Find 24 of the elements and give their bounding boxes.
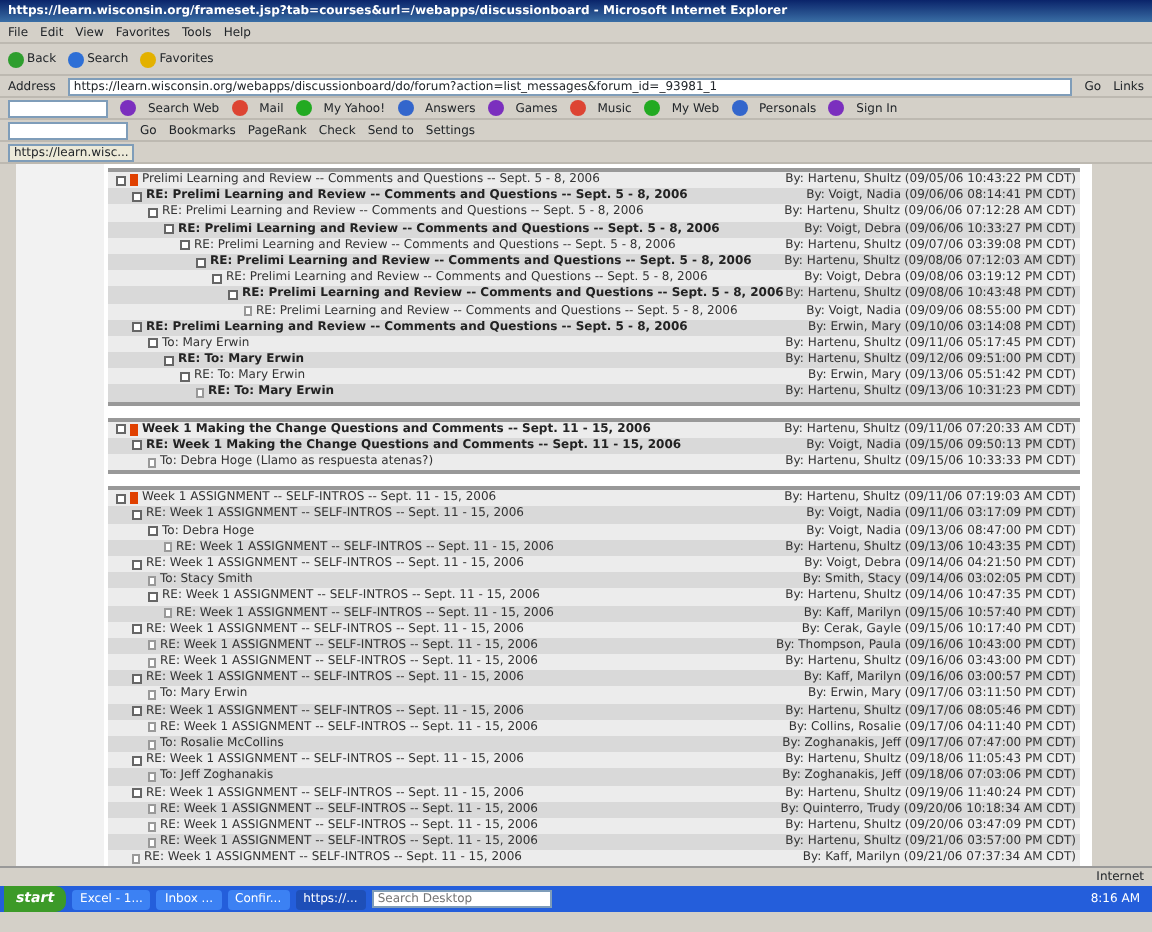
collapse-icon[interactable] (132, 673, 142, 684)
yahoo-search-field[interactable] (8, 99, 108, 117)
toolbar-icon[interactable] (397, 100, 413, 116)
toolbar-icon[interactable] (731, 100, 748, 116)
collapse-icon[interactable] (132, 788, 142, 799)
collapse-icon[interactable] (132, 706, 142, 717)
collapse-icon[interactable] (148, 591, 158, 602)
page-icon (148, 771, 156, 782)
toolbar-icon[interactable] (569, 100, 586, 116)
toolbar-icon[interactable] (120, 100, 136, 116)
page-icon (244, 306, 252, 317)
google-search-field[interactable] (8, 121, 128, 139)
page-icon (164, 542, 172, 553)
page-icon (164, 608, 172, 619)
page-icon (148, 690, 156, 701)
toolbar-icon[interactable] (231, 100, 248, 116)
page-icon (148, 457, 156, 468)
page-icon (148, 575, 156, 586)
page-icon (196, 388, 204, 399)
toolbar-icon[interactable] (487, 100, 504, 116)
toolbar-icon[interactable] (828, 100, 845, 116)
collapse-icon[interactable] (132, 624, 142, 635)
collapse-icon[interactable] (132, 559, 142, 570)
collapse-icon[interactable] (132, 755, 142, 766)
